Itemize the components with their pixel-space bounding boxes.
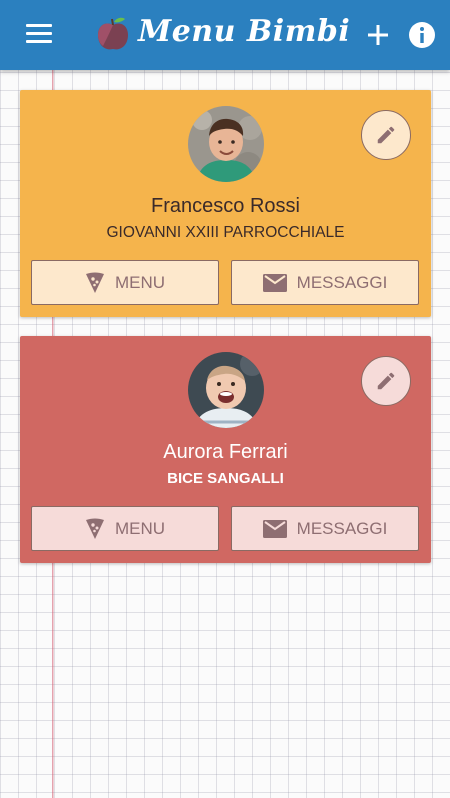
envelope-icon (262, 519, 287, 538)
app-header: Menu Bimbi (0, 0, 450, 70)
pizza-slice-icon (85, 518, 104, 539)
messages-button[interactable]: MESSAGGI (231, 506, 419, 551)
menu-button-label: MENU (114, 518, 166, 538)
apple-logo-icon (98, 17, 128, 50)
pizza-slice-icon (85, 272, 104, 293)
avatar (188, 352, 264, 428)
menu-button[interactable]: MENU (31, 506, 219, 551)
pencil-icon (377, 372, 395, 390)
add-child-plus-icon[interactable] (366, 23, 390, 47)
school-name: GIOVANNI XXIII PARROCCHIALE (106, 224, 345, 241)
child-name: Francesco Rossi (151, 195, 300, 217)
child-name: Aurora Ferrari (163, 441, 288, 463)
messages-button-label: MESSAGGI (296, 518, 388, 538)
edit-child-button[interactable] (361, 110, 411, 160)
messages-button-label: MESSAGGI (296, 272, 388, 292)
envelope-icon (262, 273, 287, 292)
menu-button-label: MENU (114, 272, 166, 292)
messages-button[interactable]: MESSAGGI (231, 260, 419, 305)
child-card: Aurora Ferrari BICE SANGALLI MENU MESSAG… (20, 336, 431, 563)
pencil-icon (377, 126, 395, 144)
avatar (188, 106, 264, 182)
edit-child-button[interactable] (361, 356, 411, 406)
info-icon[interactable] (408, 21, 436, 49)
child-card: Francesco Rossi GIOVANNI XXIII PARROCCHI… (20, 90, 431, 317)
hamburger-menu-icon[interactable] (26, 24, 52, 46)
menu-button[interactable]: MENU (31, 260, 219, 305)
app-title: Menu Bimbi (138, 14, 351, 49)
school-name: BICE SANGALLI (167, 470, 284, 487)
